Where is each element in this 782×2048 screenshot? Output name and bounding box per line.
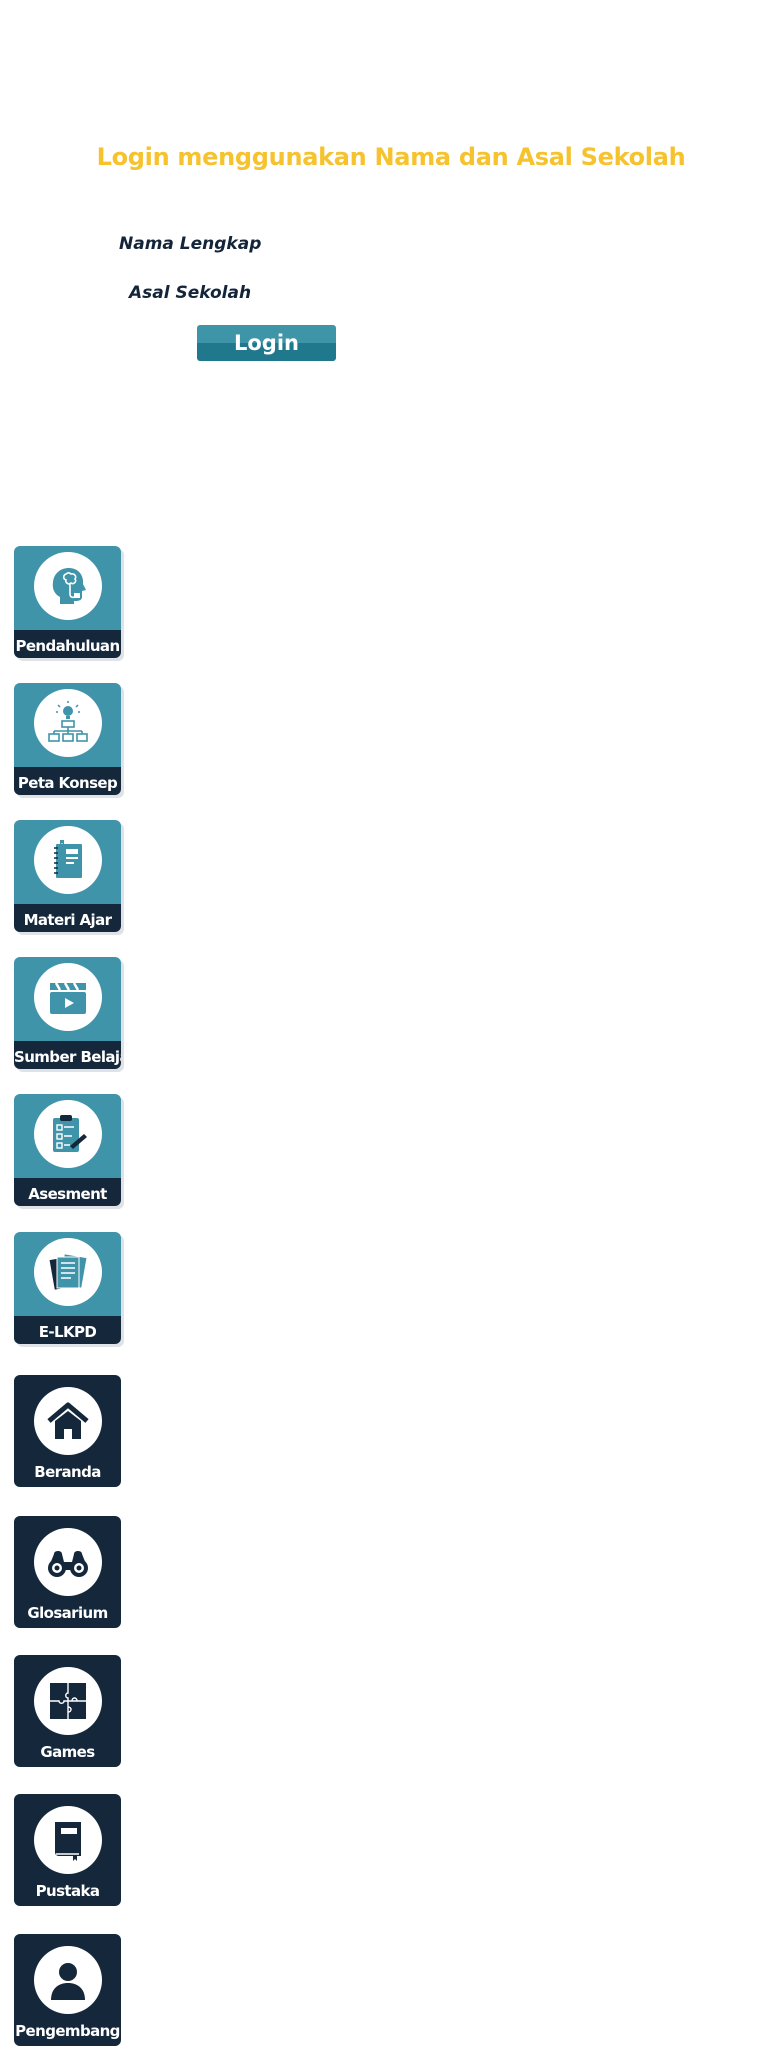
nav-pustaka-label: Pustaka [35,1882,100,1900]
school-label: Asal Sekolah [129,283,252,303]
school-input[interactable] [262,281,650,307]
concept-map-icon [48,701,88,742]
nav-glosarium-button[interactable]: Glosarium [14,1516,121,1628]
nav-pengembang-button[interactable]: Pengembang [14,1934,121,2046]
menu-materi-ajar-button[interactable]: Materi Ajar [14,820,121,932]
menu-sumber-belajar-label: Sumber Belajar [14,1048,121,1066]
menu-asesment-button[interactable]: Asesment [14,1094,121,1206]
login-button[interactable]: Login [197,325,336,361]
nav-pustaka-button[interactable]: Pustaka [14,1794,121,1906]
name-label: Nama Lengkap [119,234,262,254]
menu-sumber-belajar-button[interactable]: Sumber Belajar [14,957,121,1069]
menu-pendahuluan-label: Pendahuluan [15,637,120,655]
puzzle-icon [50,1683,86,1719]
menu-pendahuluan-button[interactable]: Pendahuluan [14,546,121,658]
clipboard-checklist-icon [53,1115,87,1152]
name-input[interactable] [262,232,650,258]
binoculars-icon [48,1551,88,1577]
menu-e-lkpd-button[interactable]: E-LKPD [14,1232,121,1344]
home-icon [47,1402,89,1439]
user-icon [51,1963,85,2000]
nav-beranda-button[interactable]: Beranda [14,1375,121,1487]
book-icon [55,1822,81,1861]
nav-games-label: Games [40,1743,95,1761]
login-title: Login menggunakan Nama dan Asal Sekolah [96,143,686,171]
menu-peta-konsep-button[interactable]: Peta Konsep [14,683,121,795]
menu-asesment-label: Asesment [28,1185,107,1203]
notebook-icon [54,840,82,878]
head-brain-icon [52,568,86,604]
nav-games-button[interactable]: Games [14,1655,121,1767]
video-clapper-icon [50,982,86,1014]
nav-pengembang-label: Pengembang [15,2022,120,2040]
nav-beranda-label: Beranda [34,1463,101,1481]
nav-glosarium-label: Glosarium [27,1604,108,1622]
menu-materi-ajar-label: Materi Ajar [23,911,112,929]
documents-icon [49,1254,87,1290]
menu-peta-konsep-label: Peta Konsep [17,774,118,792]
menu-e-lkpd-label: E-LKPD [38,1323,97,1341]
